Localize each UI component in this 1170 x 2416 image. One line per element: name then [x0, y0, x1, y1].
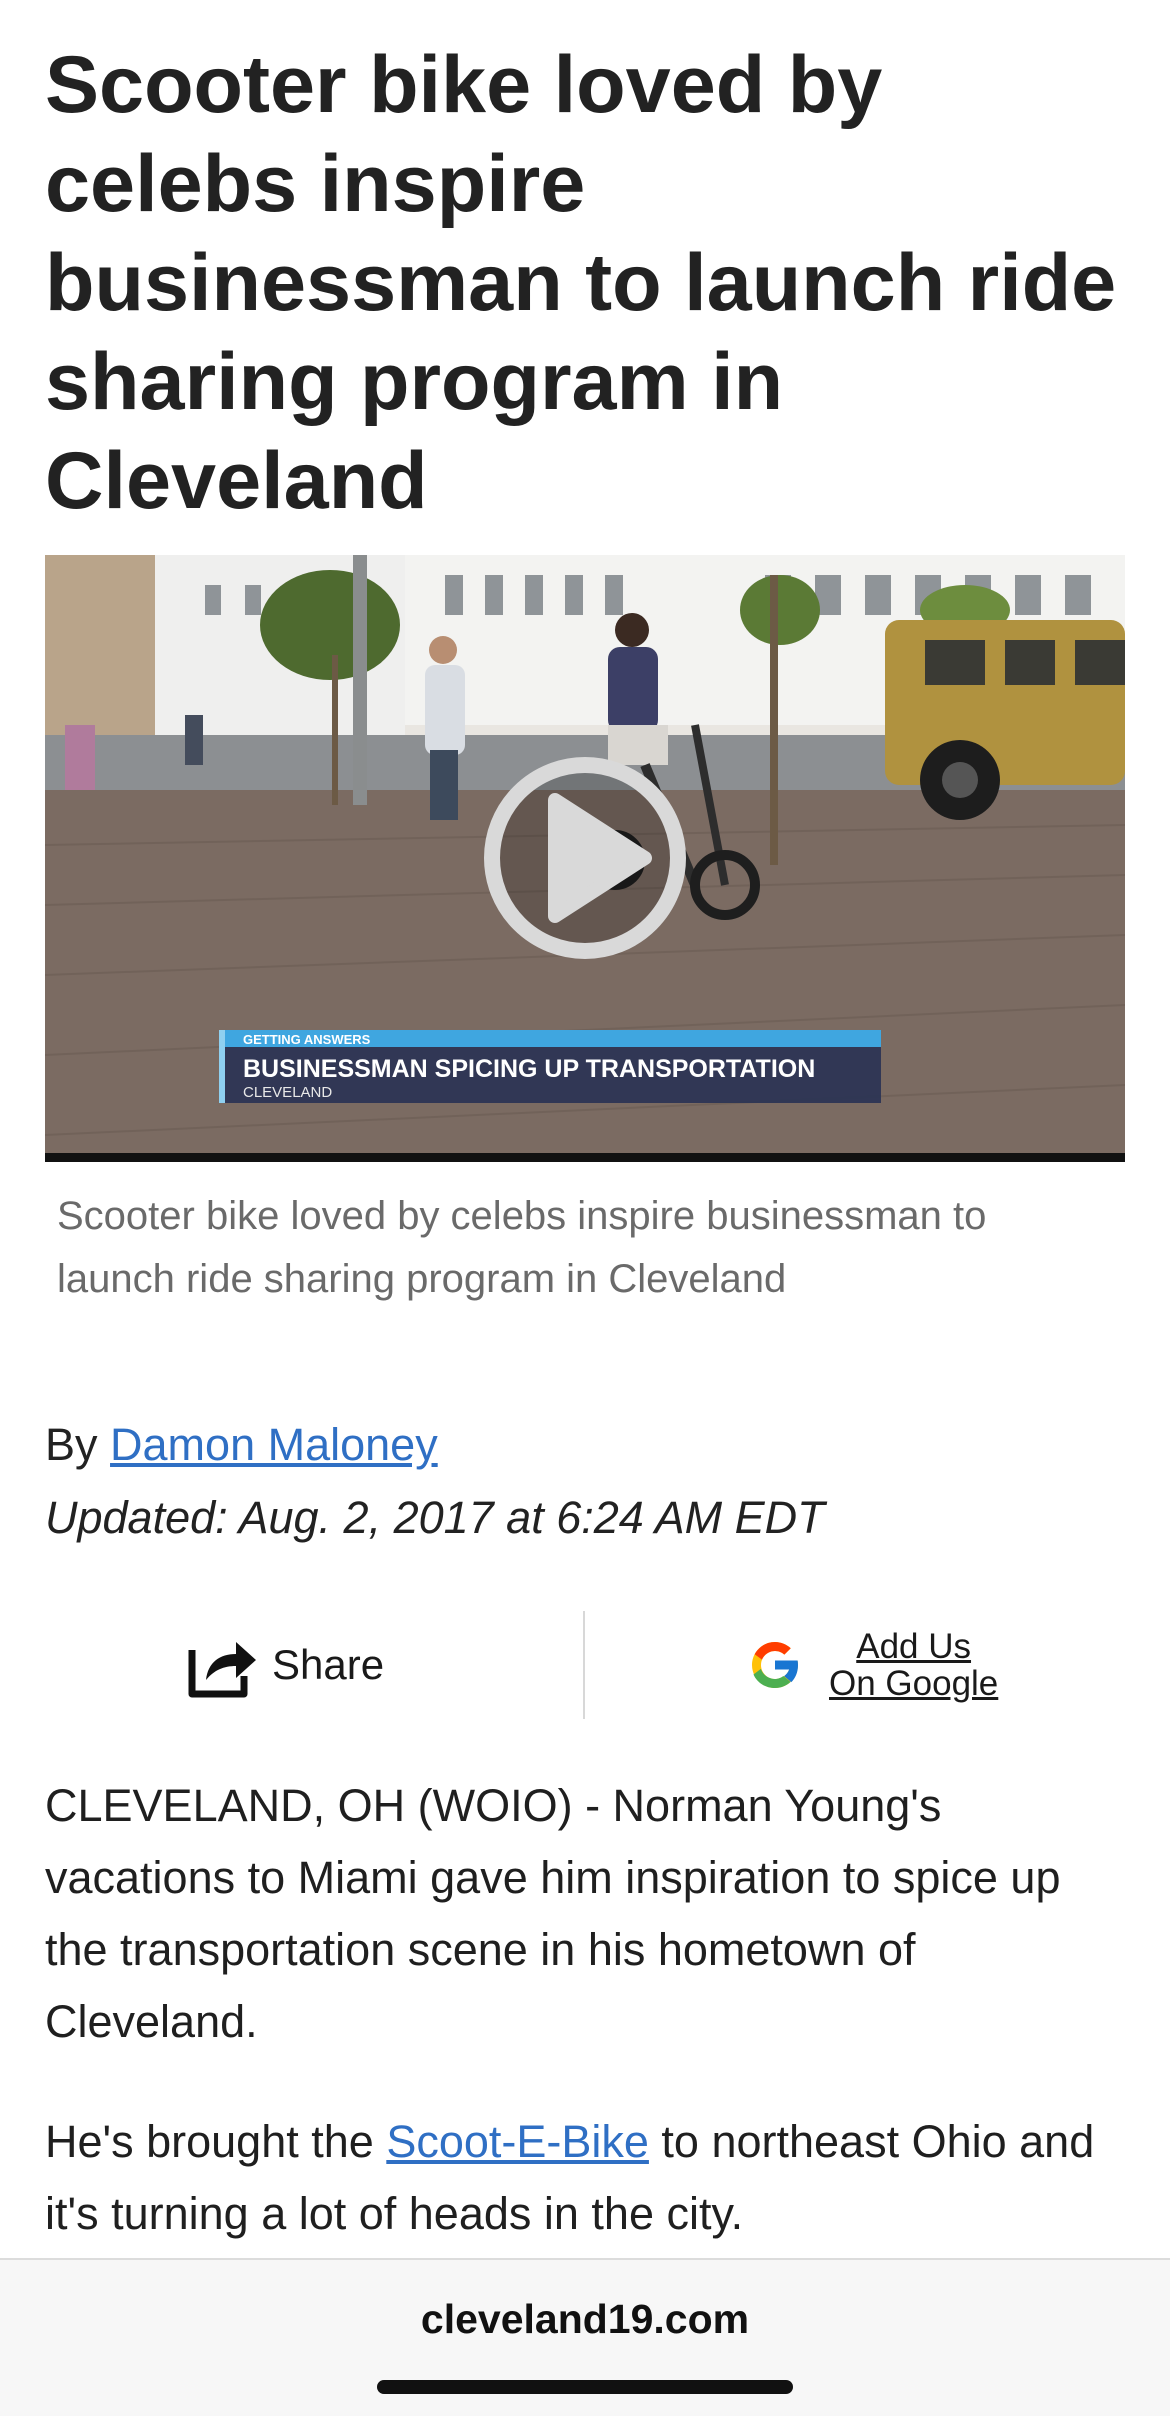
byline-prefix: By — [45, 1419, 111, 1470]
url-domain[interactable]: cleveland19.com — [0, 2296, 1170, 2343]
article-paragraph: CLEVELAND, OH (WOIO) - Norman Young's va… — [45, 1780, 1061, 2047]
paragraph-text: He's brought the — [45, 2116, 387, 2167]
home-indicator[interactable] — [377, 2380, 793, 2394]
browser-bottom-bar: cleveland19.com — [0, 2258, 1170, 2416]
byline: By Damon Maloney — [45, 1414, 438, 1476]
add-us-on-google-label: Add Us On Google — [829, 1628, 998, 1702]
share-button[interactable]: Share — [186, 1625, 384, 1705]
lower-third-title: BUSINESSMAN SPICING UP TRANSPORTATION — [243, 1055, 815, 1083]
article-headline: Scooter bike loved by celebs inspire bus… — [45, 40, 1117, 526]
scoot-e-bike-link[interactable]: Scoot-E-Bike — [386, 2116, 649, 2167]
google-label-line2: On Google — [829, 1664, 999, 1703]
google-g-icon — [752, 1642, 800, 1688]
share-label: Share — [272, 1641, 385, 1688]
lower-third-kicker: GETTING ANSWERS — [243, 1032, 371, 1047]
add-us-on-google-button[interactable]: Add Us On Google — [745, 1625, 998, 1705]
action-divider — [583, 1611, 585, 1719]
share-icon — [188, 1642, 256, 1698]
article-paragraph: He's brought the Scoot-E-Bike to northea… — [45, 2106, 1125, 2250]
lower-third-location: CLEVELAND — [243, 1084, 332, 1101]
author-link[interactable]: Damon Maloney — [110, 1419, 438, 1470]
article-actions: Share Add Us On Google — [0, 1611, 1170, 1719]
updated-timestamp: Updated: Aug. 2, 2017 at 6:24 AM EDT — [45, 1492, 825, 1543]
video-thumbnail: GETTING ANSWERS BUSINESSMAN SPICING UP T… — [45, 555, 1125, 1162]
video-player[interactable]: GETTING ANSWERS BUSINESSMAN SPICING UP T… — [45, 555, 1125, 1162]
video-caption: Scooter bike loved by celebs inspire bus… — [57, 1194, 987, 1301]
play-icon[interactable] — [484, 757, 686, 959]
google-label-line1: Add Us — [856, 1627, 972, 1666]
